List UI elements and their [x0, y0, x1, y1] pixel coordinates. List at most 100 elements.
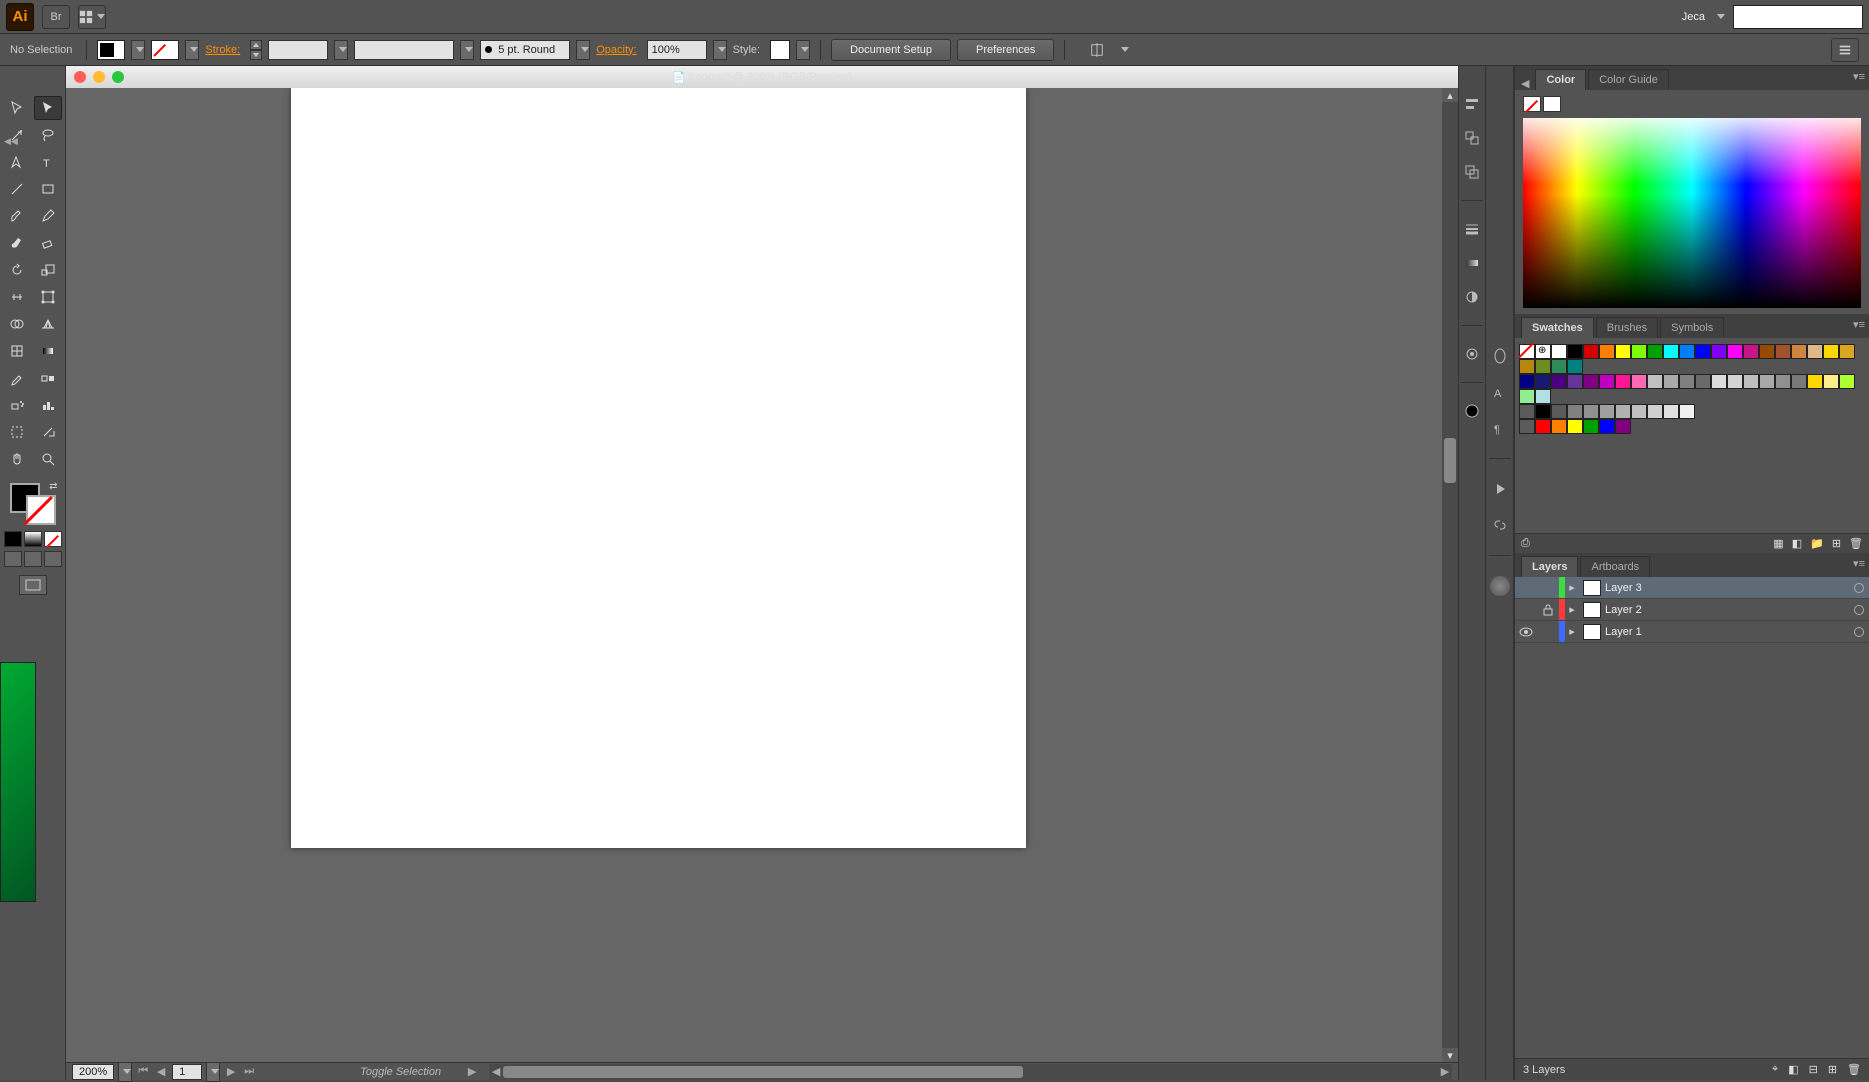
swatch[interactable] [1791, 344, 1807, 359]
panel-icon-3d[interactable] [1490, 576, 1510, 596]
scroll-left-arrow[interactable]: ◀ [489, 1065, 503, 1079]
swatch[interactable] [1823, 374, 1839, 389]
swatch[interactable] [1711, 374, 1727, 389]
tab-brushes[interactable]: Brushes [1596, 317, 1658, 338]
swatch[interactable] [1567, 374, 1583, 389]
horizontal-scroll-thumb[interactable] [503, 1066, 1023, 1078]
scroll-up-arrow[interactable]: ▴ [1442, 88, 1458, 102]
align-to-button[interactable] [1083, 38, 1111, 62]
mesh-tool[interactable] [3, 339, 31, 363]
panel-icon-actions[interactable] [1490, 479, 1510, 499]
panel-icon-stroke[interactable] [1462, 219, 1482, 239]
panel-icon-gradient[interactable] [1462, 253, 1482, 273]
control-panel-menu[interactable] [1831, 38, 1859, 62]
lasso-tool[interactable] [34, 123, 62, 147]
tab-color[interactable]: Color [1535, 69, 1586, 90]
swatch-none[interactable] [1519, 344, 1535, 359]
rectangle-tool[interactable] [34, 177, 62, 201]
swatch[interactable] [1679, 374, 1695, 389]
blob-brush-tool[interactable] [3, 231, 31, 255]
swatch[interactable] [1519, 359, 1535, 374]
pencil-tool[interactable] [34, 204, 62, 228]
swatch[interactable] [1599, 419, 1615, 434]
layer-row[interactable]: ▸Layer 3 [1515, 577, 1869, 599]
status-next-button[interactable]: ▶ [465, 1065, 479, 1079]
swatch[interactable] [1695, 344, 1711, 359]
gradient-tool[interactable] [34, 339, 62, 363]
swatch[interactable] [1519, 419, 1535, 434]
panel-menu-button[interactable]: ▾≡ [1853, 318, 1865, 331]
swatch[interactable] [1535, 389, 1551, 404]
swatch[interactable] [1807, 374, 1823, 389]
swatch[interactable] [1775, 374, 1791, 389]
swatch[interactable] [1535, 374, 1551, 389]
mini-fill-none[interactable] [1523, 96, 1541, 112]
swatch[interactable] [1759, 374, 1775, 389]
color-mode-gradient[interactable] [24, 531, 42, 547]
swatch[interactable] [1551, 404, 1567, 419]
target-icon[interactable] [1849, 583, 1869, 593]
swatch[interactable] [1727, 344, 1743, 359]
scale-tool[interactable] [34, 258, 62, 282]
tab-artboards[interactable]: Artboards [1580, 556, 1650, 577]
swatch[interactable] [1615, 404, 1631, 419]
stroke-weight-dropdown[interactable] [334, 40, 348, 60]
user-name[interactable]: Jeca [1682, 11, 1705, 23]
swatch[interactable] [1743, 344, 1759, 359]
panel-menu-button[interactable]: ▾≡ [1853, 557, 1865, 570]
panel-icon-transform[interactable] [1462, 128, 1482, 148]
search-input[interactable] [1733, 5, 1863, 29]
horizontal-scrollbar[interactable]: ◀ ▶ [489, 1064, 1452, 1080]
chevron-down-icon[interactable] [1121, 47, 1129, 52]
stroke-weight-spinner[interactable] [250, 40, 262, 60]
mini-stroke-white[interactable] [1543, 96, 1561, 112]
swatch[interactable] [1727, 374, 1743, 389]
swatch[interactable] [1599, 344, 1615, 359]
draw-normal[interactable] [4, 551, 22, 567]
tab-layers[interactable]: Layers [1521, 556, 1578, 577]
expand-layer-icon[interactable]: ▸ [1565, 603, 1579, 616]
swatch[interactable] [1679, 344, 1695, 359]
locate-object-icon[interactable]: ⌖ [1772, 1063, 1778, 1076]
swatch[interactable] [1775, 344, 1791, 359]
panel-icon-opentype[interactable]: ¶ [1490, 418, 1510, 438]
last-artboard-button[interactable]: ⏭ [242, 1065, 256, 1079]
swatch[interactable] [1599, 374, 1615, 389]
zoom-tool[interactable] [34, 447, 62, 471]
target-icon[interactable] [1849, 605, 1869, 615]
color-mode-none[interactable] [44, 531, 62, 547]
selection-tool[interactable] [3, 96, 31, 120]
draw-behind[interactable] [24, 551, 42, 567]
eraser-tool[interactable] [34, 231, 62, 255]
delete-layer-icon[interactable]: 🗑 [1847, 1063, 1861, 1076]
panel-icon-links[interactable] [1490, 515, 1510, 535]
swatch[interactable] [1663, 404, 1679, 419]
swatch[interactable] [1519, 389, 1535, 404]
hand-tool[interactable] [3, 447, 31, 471]
screen-mode-button[interactable] [19, 575, 47, 595]
create-sublayer-icon[interactable]: ⊟ [1809, 1063, 1818, 1076]
swatch-registration[interactable]: ⊕ [1535, 344, 1551, 359]
brush-dropdown[interactable] [576, 40, 590, 60]
color-mode-solid[interactable] [4, 531, 22, 547]
swatch[interactable] [1567, 404, 1583, 419]
swatch[interactable] [1823, 344, 1839, 359]
new-swatch-icon[interactable]: ⊞ [1832, 537, 1841, 550]
blend-tool[interactable] [34, 366, 62, 390]
scroll-right-arrow[interactable]: ▶ [1438, 1065, 1452, 1079]
pen-tool[interactable] [3, 150, 31, 174]
opacity-field[interactable]: 100% [647, 40, 707, 60]
artboard[interactable] [291, 88, 1026, 848]
lock-toggle[interactable] [1537, 604, 1559, 616]
draw-inside[interactable] [44, 551, 62, 567]
make-clipping-mask-icon[interactable]: ◧ [1788, 1063, 1798, 1076]
width-tool[interactable] [3, 285, 31, 309]
swatch[interactable] [1647, 374, 1663, 389]
swatch-options-icon[interactable]: ◧ [1792, 537, 1802, 550]
layer-row[interactable]: ▸ Layer 2 [1515, 599, 1869, 621]
swatch[interactable] [1551, 374, 1567, 389]
opacity-label[interactable]: Opacity: [596, 44, 636, 56]
layer-name[interactable]: Layer 2 [1605, 604, 1849, 616]
prev-artboard-button[interactable]: ◀ [154, 1065, 168, 1079]
swatch[interactable] [1567, 359, 1583, 374]
